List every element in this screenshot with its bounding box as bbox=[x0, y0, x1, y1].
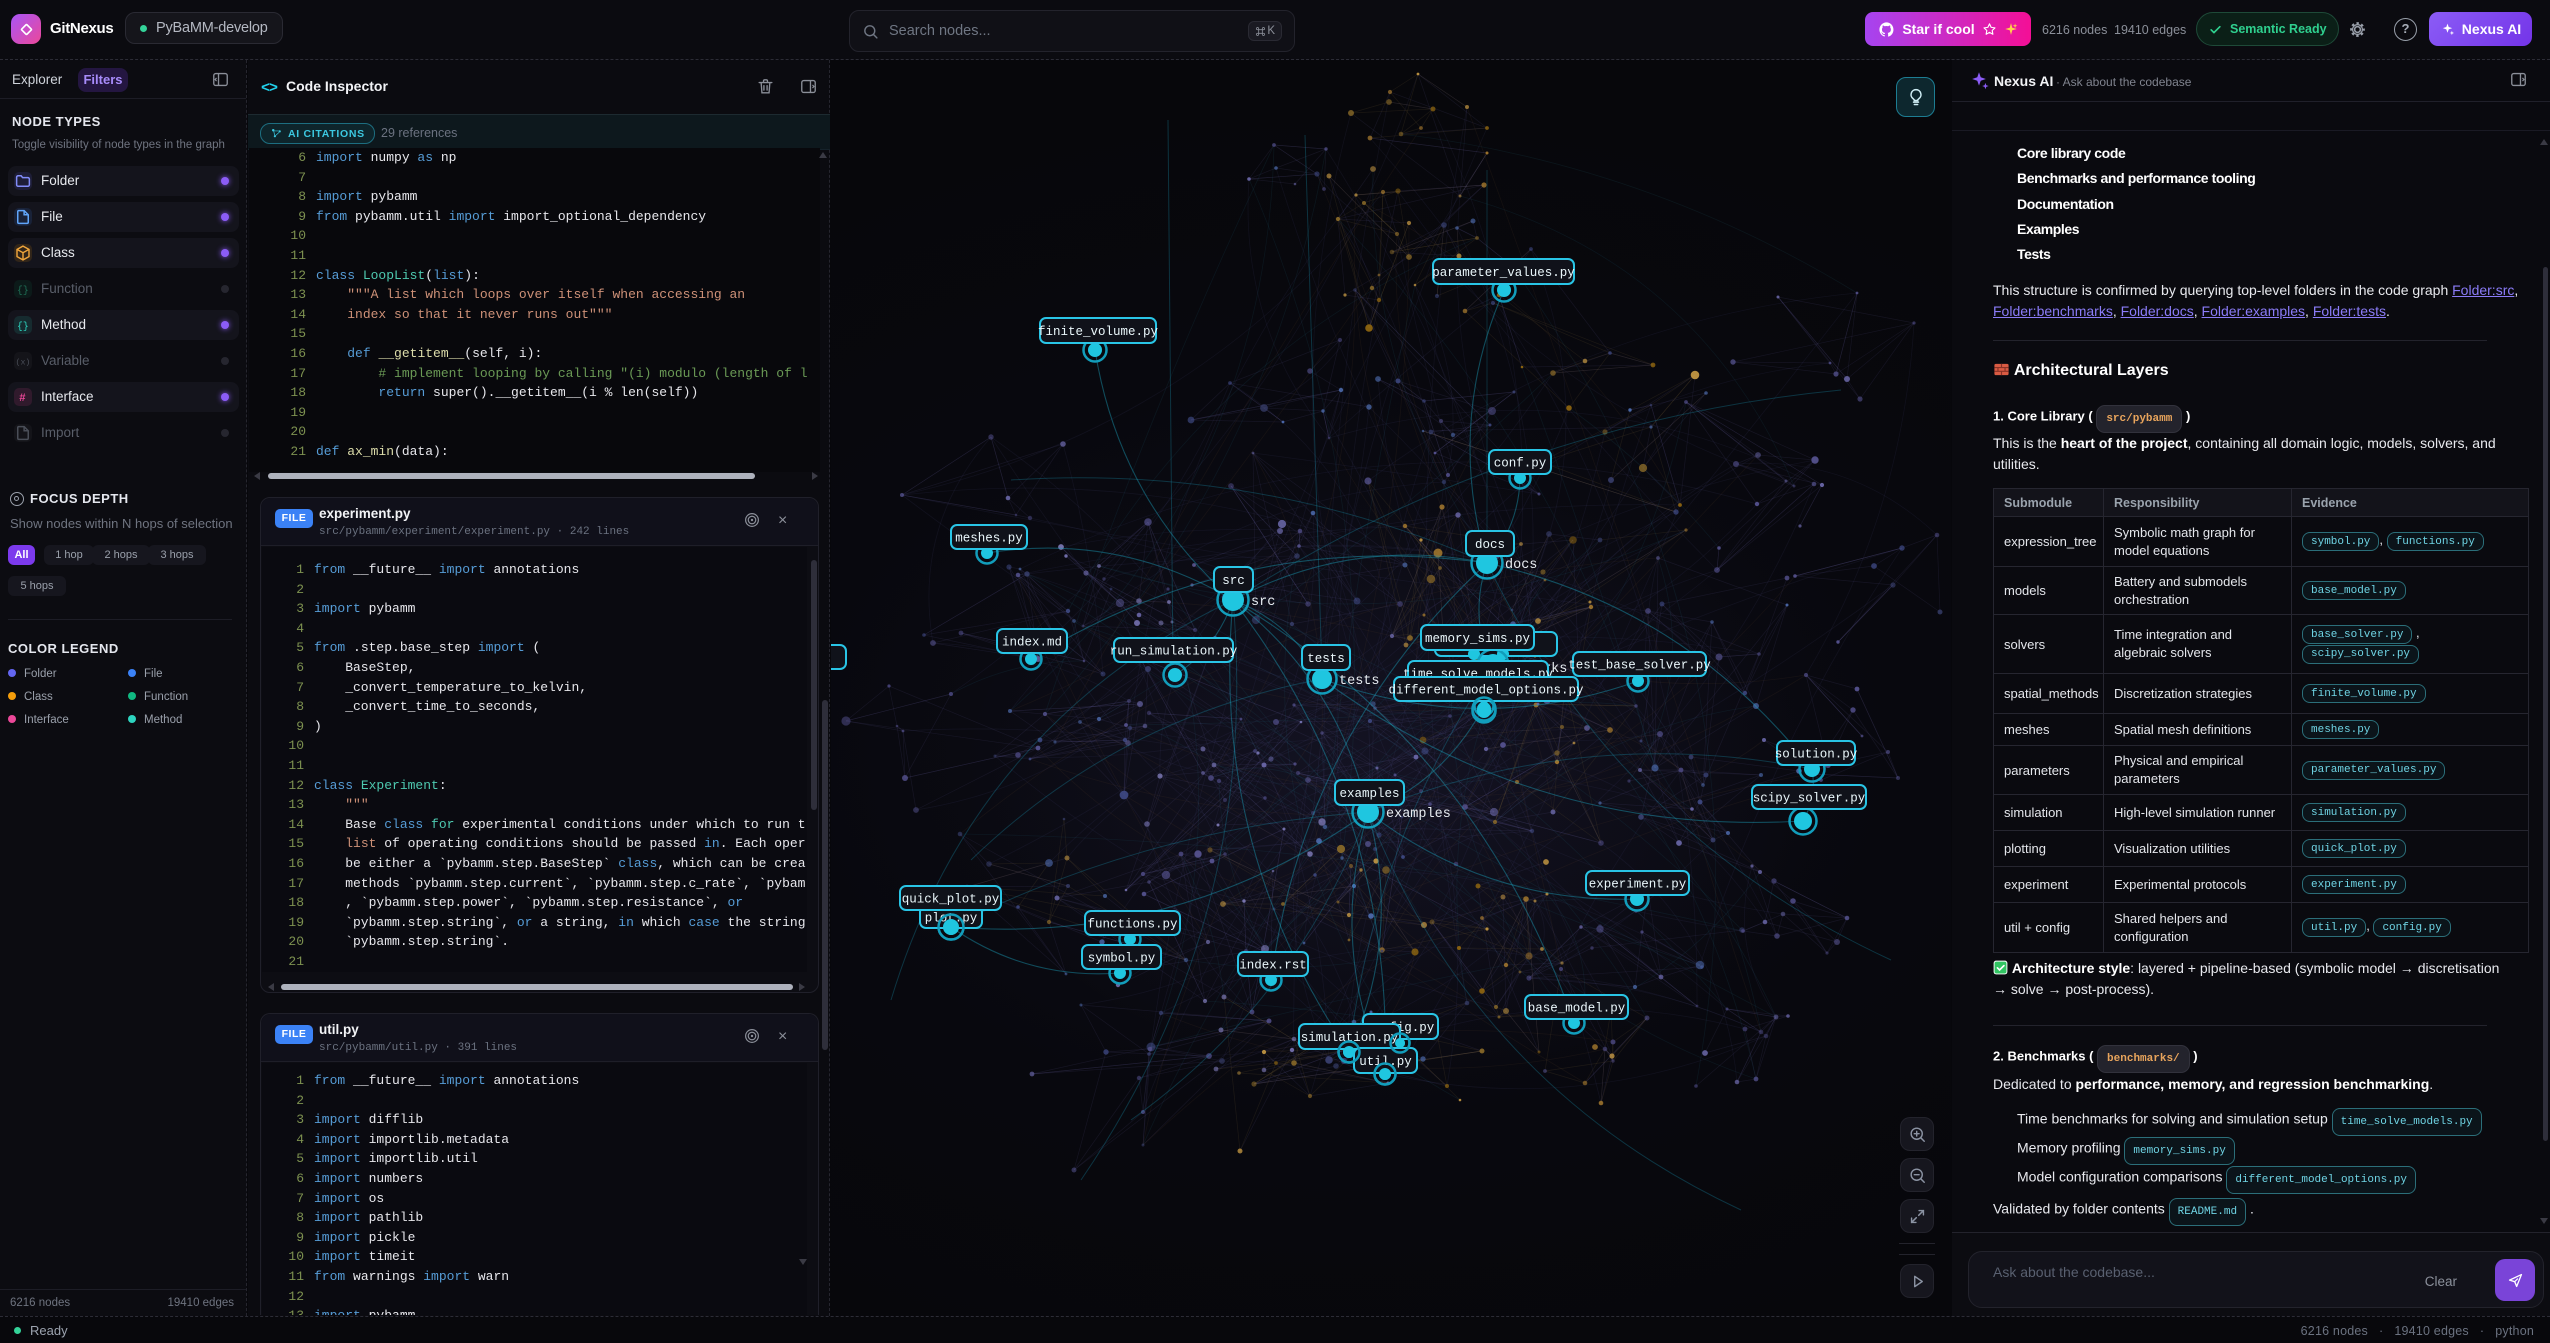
svg-text:util.py: util.py bbox=[1359, 1055, 1412, 1069]
svg-text:simulation.py: simulation.py bbox=[1301, 1031, 1399, 1045]
svg-text:index.md: index.md bbox=[1002, 636, 1062, 650]
svg-text:#: # bbox=[19, 392, 26, 404]
svg-text:{}: {} bbox=[17, 321, 29, 332]
svg-text:memory_sims.py: memory_sims.py bbox=[1425, 632, 1531, 646]
svg-text:base_model.py: base_model.py bbox=[1528, 1002, 1626, 1016]
svg-text:scipy_solver.py: scipy_solver.py bbox=[1753, 792, 1866, 806]
svg-text:symbol.py: symbol.py bbox=[1088, 952, 1156, 966]
svg-text:test_base_solver.py: test_base_solver.py bbox=[1568, 659, 1711, 673]
svg-text:tests: tests bbox=[1307, 652, 1345, 666]
svg-text:docs: docs bbox=[1505, 558, 1537, 573]
svg-text:(x): (x) bbox=[16, 357, 31, 367]
svg-text:src: src bbox=[1251, 595, 1275, 610]
svg-text:{}: {} bbox=[17, 285, 29, 296]
svg-text:quick_plot.py: quick_plot.py bbox=[902, 893, 1000, 907]
svg-text:finite_volume.py: finite_volume.py bbox=[1038, 325, 1159, 339]
svg-text:run_simulation.py: run_simulation.py bbox=[1110, 645, 1238, 659]
svg-text:different_model_options.py: different_model_options.py bbox=[1388, 684, 1584, 698]
svg-text:conf.py: conf.py bbox=[1494, 457, 1547, 471]
svg-text:functions.py: functions.py bbox=[1087, 918, 1178, 932]
svg-text:docs: docs bbox=[1475, 538, 1505, 552]
svg-text:index.rst: index.rst bbox=[1239, 959, 1307, 973]
svg-text:tests: tests bbox=[1339, 674, 1380, 689]
svg-text:src: src bbox=[1222, 574, 1245, 588]
svg-text:examples: examples bbox=[1386, 807, 1451, 822]
svg-text:experiment.py: experiment.py bbox=[1589, 878, 1687, 892]
svg-text:examples: examples bbox=[1339, 787, 1399, 801]
svg-text:parameter_values.py: parameter_values.py bbox=[1432, 266, 1575, 280]
svg-text:solution.py: solution.py bbox=[1775, 748, 1858, 762]
svg-text:meshes.py: meshes.py bbox=[955, 532, 1023, 546]
